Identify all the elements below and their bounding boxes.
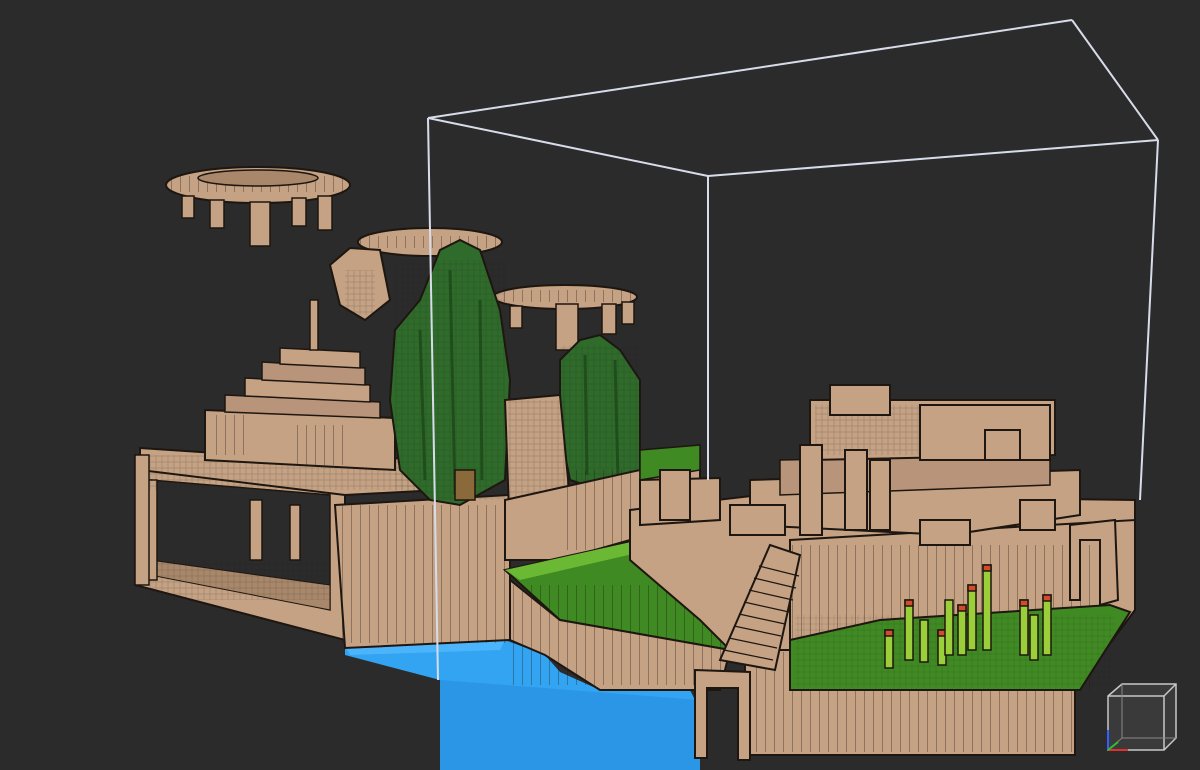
tall-tree-left: [388, 238, 512, 507]
orientation-cube[interactable]: [1107, 683, 1177, 751]
floating-platform-right: [492, 284, 638, 351]
floating-platform-left: [165, 166, 351, 247]
tall-tree-right: [559, 333, 641, 492]
voxel-viewport[interactable]: [0, 0, 1200, 770]
cliff-center: [333, 493, 511, 650]
scene-canvas[interactable]: [0, 0, 1200, 770]
